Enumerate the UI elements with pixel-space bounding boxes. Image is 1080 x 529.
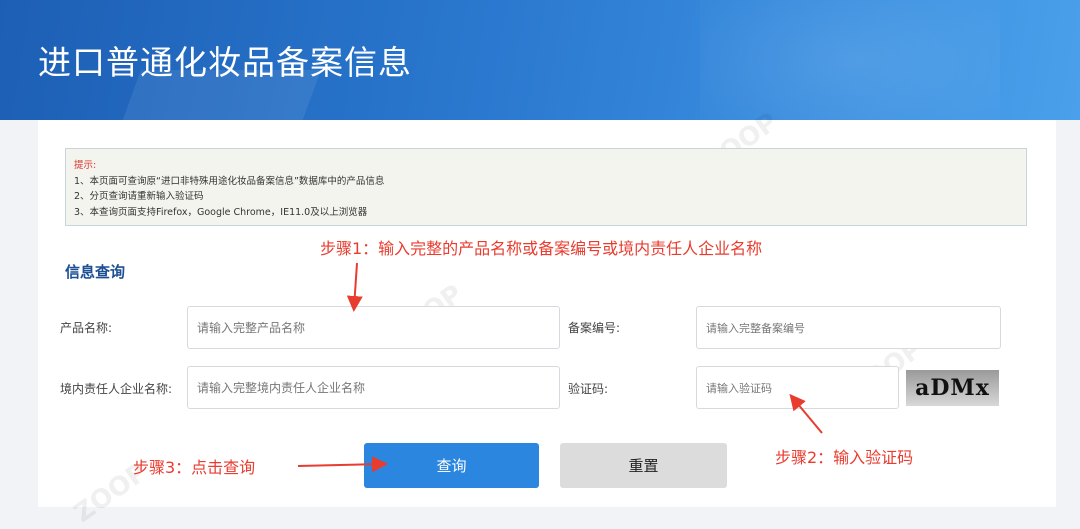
arrow-step3 [297, 456, 388, 473]
arrow-step2 [789, 393, 823, 434]
annotation-arrows [297, 262, 823, 473]
arrow-step1 [346, 262, 363, 312]
